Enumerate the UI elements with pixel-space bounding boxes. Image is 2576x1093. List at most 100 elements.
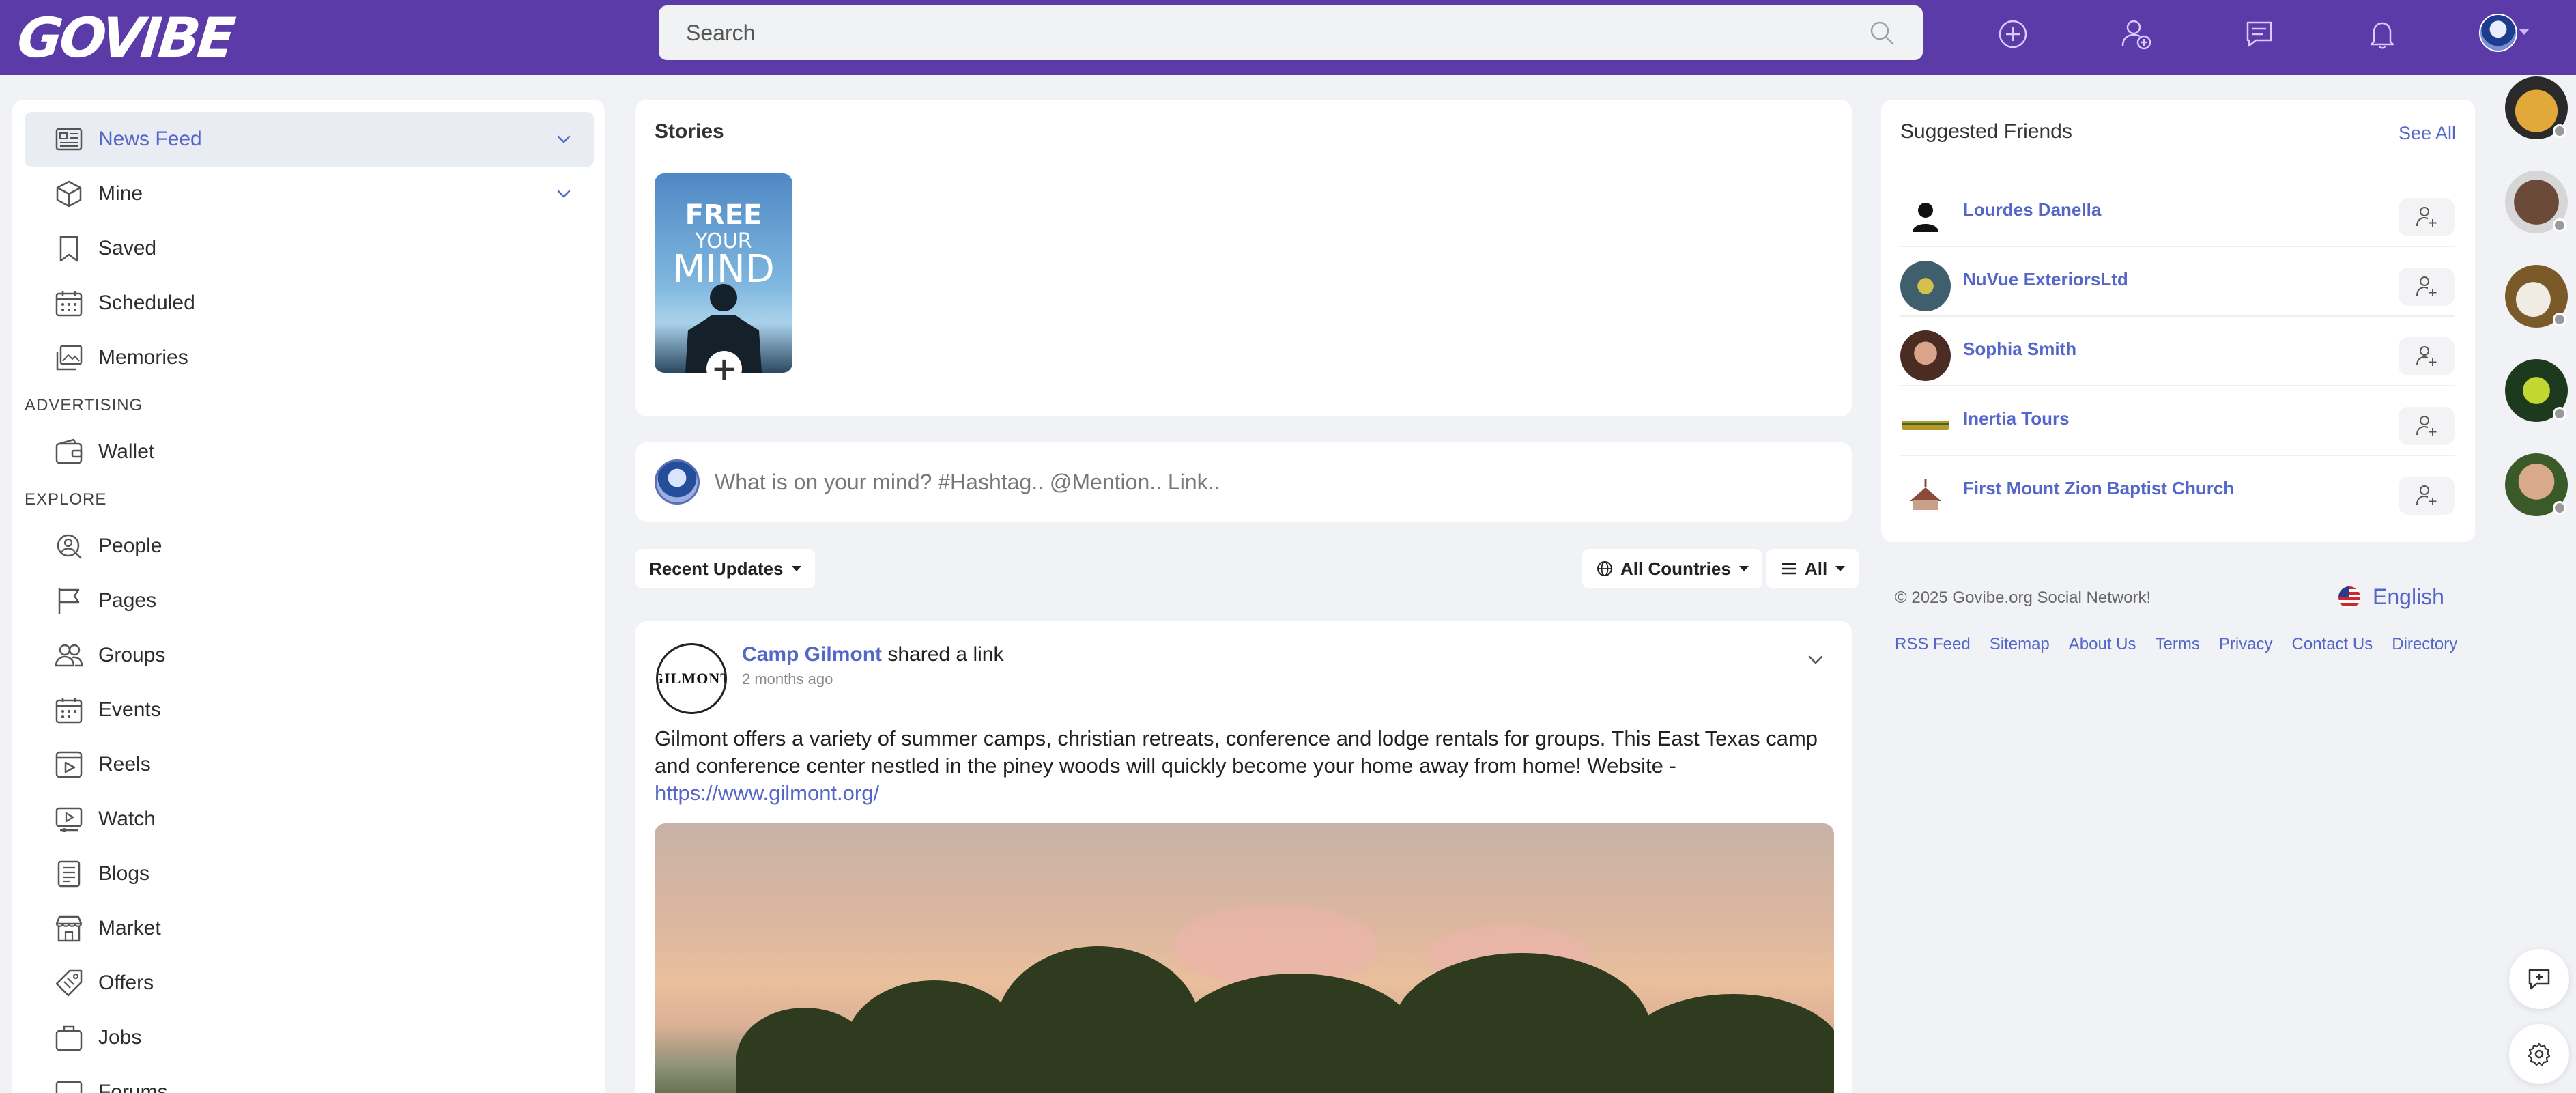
add-friend-icon <box>2416 346 2437 366</box>
friend-suggestion: First Mount Zion Baptist Church <box>1900 457 2455 526</box>
sidebar-item-label: Reels <box>98 753 151 776</box>
user-avatar[interactable] <box>2479 14 2517 52</box>
type-filter-dropdown[interactable]: All <box>1766 549 1859 588</box>
reels-icon <box>53 749 85 780</box>
caret-down-icon <box>791 566 801 571</box>
add-friend-button[interactable] <box>2399 407 2455 445</box>
globe-icon <box>1597 561 1612 576</box>
cube-icon <box>53 178 85 210</box>
wallet-icon <box>53 436 85 468</box>
status-dot <box>2553 218 2566 232</box>
search-input[interactable] <box>686 20 1868 46</box>
sidebar-item-label: Saved <box>98 237 157 259</box>
sidebar-item-groups[interactable]: Groups <box>25 628 594 683</box>
sidebar-item-jobs[interactable]: Jobs <box>25 1010 594 1065</box>
language-label: English <box>2373 584 2444 609</box>
friend-name[interactable]: First Mount Zion Baptist Church <box>1963 478 2234 499</box>
friend-name[interactable]: Lourdes Danella <box>1963 199 2101 221</box>
friend-avatar[interactable] <box>1900 470 1951 520</box>
messages-icon[interactable] <box>2240 15 2278 53</box>
post-text: Gilmont offers a variety of summer camps… <box>655 726 1818 778</box>
add-story-plus-icon[interactable]: + <box>706 351 742 386</box>
forum-icon <box>53 1077 85 1093</box>
site-logo[interactable]: GOVIBE <box>14 6 235 70</box>
sidebar-item-mine[interactable]: Mine <box>25 167 594 221</box>
post-image[interactable] <box>655 823 1834 1093</box>
friend-name[interactable]: Inertia Tours <box>1963 408 2070 429</box>
post-author-link[interactable]: Camp Gilmont <box>742 643 882 666</box>
chevron-down-icon[interactable] <box>1804 649 1827 672</box>
composer-input[interactable] <box>715 469 1852 495</box>
sidebar-item-blogs[interactable]: Blogs <box>25 847 594 901</box>
story-art-text: FREE <box>685 199 762 231</box>
footer-link-rss[interactable]: RSS Feed <box>1895 635 1971 654</box>
friend-avatar[interactable] <box>1900 330 1951 381</box>
search-icon[interactable] <box>1868 19 1895 46</box>
add-friend-button[interactable] <box>2399 477 2455 515</box>
chevron-down-icon[interactable] <box>2519 29 2530 35</box>
sidebar-item-memories[interactable]: Memories <box>25 330 594 385</box>
friend-name[interactable]: Sophia Smith <box>1963 339 2076 360</box>
search-bar[interactable] <box>659 5 1923 60</box>
post-action-text: shared a link <box>887 643 1004 666</box>
footer-link-directory[interactable]: Directory <box>2392 635 2457 654</box>
image-tree <box>1392 953 1651 1093</box>
post-composer[interactable] <box>635 442 1852 522</box>
sidebar-item-saved[interactable]: Saved <box>25 221 594 276</box>
settings-button[interactable] <box>2509 1024 2569 1084</box>
friend-avatar[interactable] <box>1900 400 1951 451</box>
sidebar-item-reels[interactable]: Reels <box>25 737 594 792</box>
chevron-down-icon[interactable] <box>554 184 573 203</box>
friend-suggestion: Lourdes Danella <box>1900 179 2455 247</box>
sidebar-item-scheduled[interactable]: Scheduled <box>25 276 594 330</box>
add-friend-icon <box>2416 276 2437 296</box>
post-author-avatar[interactable]: GILMONT <box>656 643 727 714</box>
add-friend-button[interactable] <box>2399 337 2455 375</box>
sidebar-item-offers[interactable]: Offers <box>25 956 594 1010</box>
sidebar-item-events[interactable]: Events <box>25 683 594 737</box>
language-selector[interactable]: English <box>2338 584 2444 610</box>
country-dropdown[interactable]: All Countries <box>1582 549 1762 588</box>
friend-avatar[interactable] <box>1900 191 1951 242</box>
footer-link-about[interactable]: About Us <box>2069 635 2136 654</box>
caret-down-icon <box>1835 566 1846 571</box>
sidebar-item-news-feed[interactable]: News Feed <box>25 112 594 167</box>
sidebar-item-label: Wallet <box>98 440 155 463</box>
sidebar-item-label: Groups <box>98 644 166 666</box>
sidebar-item-label: Jobs <box>98 1026 142 1049</box>
friend-avatar[interactable] <box>1900 261 1951 311</box>
section-label-explore: EXPLORE <box>25 490 107 509</box>
sidebar-item-label: Offers <box>98 971 154 994</box>
chevron-down-icon[interactable] <box>554 130 573 149</box>
new-message-button[interactable] <box>2509 949 2569 1009</box>
gear-icon <box>2528 1042 2551 1066</box>
footer-link-terms[interactable]: Terms <box>2155 635 2199 654</box>
sidebar-item-market[interactable]: Market <box>25 901 594 956</box>
top-bar: GOVIBE <box>0 0 2576 75</box>
friend-suggestion: NuVue ExteriorsLtd <box>1900 249 2455 317</box>
post-link[interactable]: https://www.gilmont.org/ <box>655 781 879 805</box>
add-friend-button[interactable] <box>2399 198 2455 236</box>
footer-link-sitemap[interactable]: Sitemap <box>1990 635 2050 654</box>
sidebar-item-label: Blogs <box>98 862 150 885</box>
sidebar-item-pages[interactable]: Pages <box>25 573 594 628</box>
sidebar-item-watch[interactable]: Watch <box>25 792 594 847</box>
sort-dropdown[interactable]: Recent Updates <box>635 549 815 588</box>
add-friend-icon[interactable] <box>2117 15 2155 53</box>
sidebar-item-people[interactable]: People <box>25 519 594 573</box>
sidebar-item-label: Memories <box>98 346 188 369</box>
footer-link-privacy[interactable]: Privacy <box>2219 635 2273 654</box>
friend-name[interactable]: NuVue ExteriorsLtd <box>1963 269 2128 290</box>
see-all-link[interactable]: See All <box>2399 123 2456 144</box>
sidebar-item-wallet[interactable]: Wallet <box>25 425 594 479</box>
sidebar-item-forums[interactable]: Forums <box>25 1065 594 1093</box>
status-dot <box>2553 407 2566 421</box>
country-label: All Countries <box>1620 558 1731 579</box>
sidebar-item-label: Scheduled <box>98 292 195 314</box>
post-timestamp[interactable]: 2 months ago <box>742 670 833 688</box>
story-create-card[interactable]: FREE YOUR MIND <box>655 173 792 373</box>
add-friend-button[interactable] <box>2399 268 2455 306</box>
footer-link-contact[interactable]: Contact Us <box>2292 635 2373 654</box>
notifications-bell-icon[interactable] <box>2363 15 2401 53</box>
create-plus-icon[interactable] <box>1994 15 2032 53</box>
